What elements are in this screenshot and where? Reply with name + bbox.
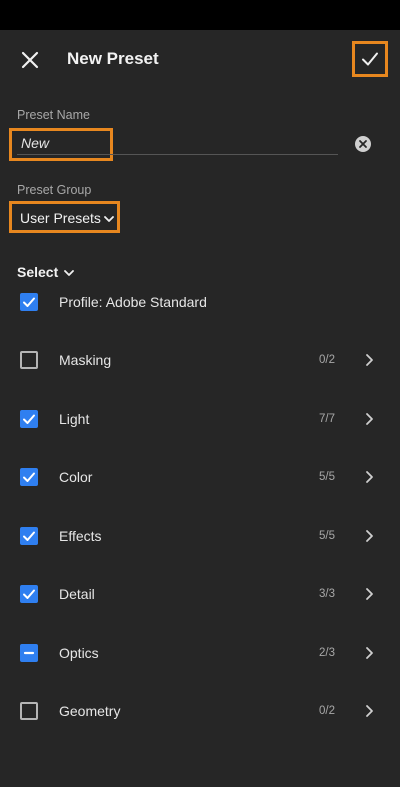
list-item-label: Masking (59, 352, 112, 368)
chevron-down-icon (104, 216, 114, 222)
clear-icon (359, 140, 367, 148)
list-item[interactable]: Optics 2/3 (0, 644, 400, 702)
checkmark-icon (23, 297, 35, 307)
checkbox[interactable] (20, 293, 38, 311)
preset-name-underline (17, 154, 338, 155)
page-title: New Preset (67, 49, 159, 68)
new-preset-panel: New Preset Preset Name Preset Group User… (0, 30, 400, 787)
list-item-count: 0/2 (319, 705, 335, 717)
checkmark-icon (362, 52, 378, 66)
preset-group-value: User Presets (20, 210, 101, 226)
checkbox[interactable] (20, 702, 38, 720)
list-item-count: 7/7 (319, 413, 335, 425)
select-dropdown[interactable]: Select (17, 264, 74, 286)
preset-group-label: Preset Group (17, 183, 92, 197)
chevron-right-icon[interactable] (364, 646, 374, 660)
list-item[interactable]: Masking 0/2 (0, 351, 400, 409)
list-item[interactable]: Effects 5/5 (0, 527, 400, 585)
checkbox[interactable] (20, 468, 38, 486)
checkmark-icon (23, 414, 35, 424)
chevron-right-icon[interactable] (364, 470, 374, 484)
list-item-count: 3/3 (319, 588, 335, 600)
list-item-count: 5/5 (319, 471, 335, 483)
close-button[interactable] (14, 44, 46, 76)
chevron-down-icon (64, 270, 74, 276)
list-item-count: 0/2 (319, 354, 335, 366)
close-icon (21, 51, 39, 69)
list-item-label: Color (59, 469, 93, 485)
preset-name-label: Preset Name (17, 108, 90, 122)
list-item-label: Geometry (59, 703, 121, 719)
list-item[interactable]: Profile: Adobe Standard (0, 293, 400, 351)
confirm-button[interactable] (352, 41, 388, 77)
clear-name-button[interactable] (355, 136, 371, 152)
checkmark-icon (23, 531, 35, 541)
preset-group-dropdown[interactable]: User Presets (9, 201, 120, 233)
chevron-right-icon[interactable] (364, 353, 374, 367)
select-label: Select (17, 264, 59, 280)
checkbox[interactable] (20, 410, 38, 428)
chevron-right-icon[interactable] (364, 704, 374, 718)
list-item-label: Light (59, 411, 90, 427)
list-item-label: Profile: Adobe Standard (59, 294, 207, 310)
header: New Preset (0, 30, 400, 90)
list-item[interactable]: Detail 3/3 (0, 585, 400, 643)
list-item-count: 2/3 (319, 647, 335, 659)
checkbox[interactable] (20, 644, 38, 662)
checkbox[interactable] (20, 585, 38, 603)
checkmark-icon (23, 472, 35, 482)
chevron-right-icon[interactable] (364, 412, 374, 426)
list-item-count: 5/5 (319, 530, 335, 542)
checkbox[interactable] (20, 527, 38, 545)
checkbox[interactable] (20, 351, 38, 369)
chevron-right-icon[interactable] (364, 587, 374, 601)
list-item-label: Optics (59, 645, 99, 661)
list-item[interactable]: Light 7/7 (0, 410, 400, 468)
list-item-label: Detail (59, 586, 95, 602)
list-item[interactable]: Geometry 0/2 (0, 702, 400, 760)
list-item[interactable]: Color 5/5 (0, 468, 400, 526)
list-item-label: Effects (59, 528, 102, 544)
checkmark-icon (23, 589, 35, 599)
chevron-right-icon[interactable] (364, 529, 374, 543)
preset-name-input[interactable] (21, 135, 106, 151)
minus-icon (23, 651, 35, 655)
